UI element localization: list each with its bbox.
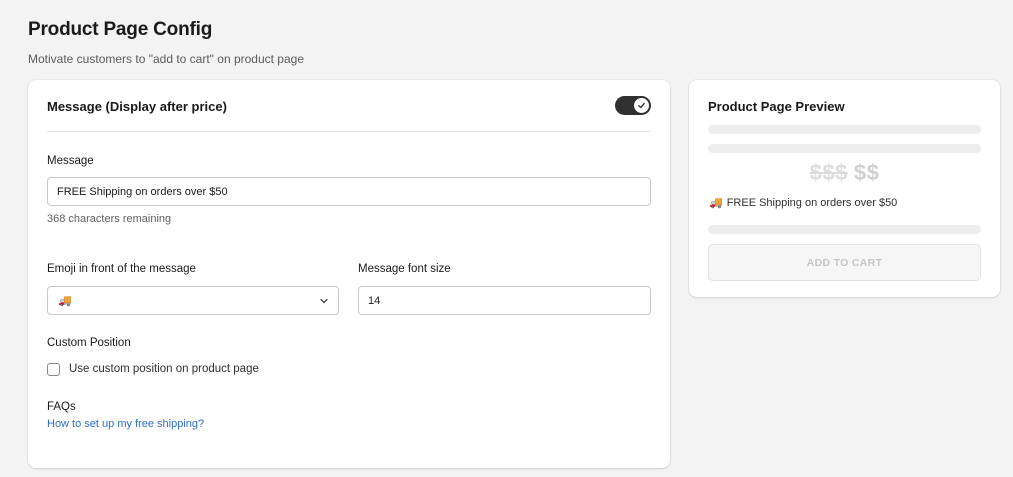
preview-emoji: 🚚 xyxy=(709,197,723,209)
add-to-cart-button[interactable]: ADD TO CART xyxy=(708,244,981,281)
custom-position-checkbox[interactable] xyxy=(47,363,60,376)
preview-title: Product Page Preview xyxy=(708,99,845,114)
emoji-label: Emoji in front of the message xyxy=(47,263,196,275)
new-price: $$ xyxy=(853,160,880,185)
message-label: Message xyxy=(47,155,94,167)
page-title: Product Page Config xyxy=(28,19,213,40)
characters-remaining: 368 characters remaining xyxy=(47,213,172,225)
skeleton-line xyxy=(708,225,981,234)
skeleton-line xyxy=(708,125,981,134)
font-size-input[interactable] xyxy=(358,286,651,315)
skeleton-line xyxy=(708,144,981,153)
selected-emoji: 🚚 xyxy=(58,295,72,307)
faqs-label: FAQs xyxy=(47,401,76,413)
preview-price: $$$ $$ xyxy=(689,160,1000,186)
custom-position-label: Custom Position xyxy=(47,337,131,349)
chevron-down-icon xyxy=(320,298,328,304)
message-input[interactable] xyxy=(47,177,651,206)
custom-position-checkbox-label[interactable]: Use custom position on product page xyxy=(69,363,259,375)
emoji-select[interactable]: 🚚 xyxy=(47,286,339,315)
old-price: $$$ xyxy=(809,160,848,185)
toggle-knob xyxy=(634,98,649,113)
preview-card: Product Page Preview $$$ $$ 🚚 FREE Shippin… xyxy=(689,80,1000,297)
preview-message-text: FREE Shipping on orders over $50 xyxy=(726,197,898,209)
header-divider xyxy=(47,131,651,132)
faq-link[interactable]: How to set up my free shipping? xyxy=(47,418,204,430)
card-title: Message (Display after price) xyxy=(47,99,227,114)
message-toggle[interactable] xyxy=(615,96,651,115)
font-size-label: Message font size xyxy=(358,263,451,275)
message-config-card: Message (Display after price) Message 36… xyxy=(28,80,670,468)
preview-message: 🚚 FREE Shipping on orders over $50 xyxy=(709,196,897,209)
page-subtitle: Motivate customers to "add to cart" on p… xyxy=(28,52,304,66)
check-icon xyxy=(638,102,645,109)
